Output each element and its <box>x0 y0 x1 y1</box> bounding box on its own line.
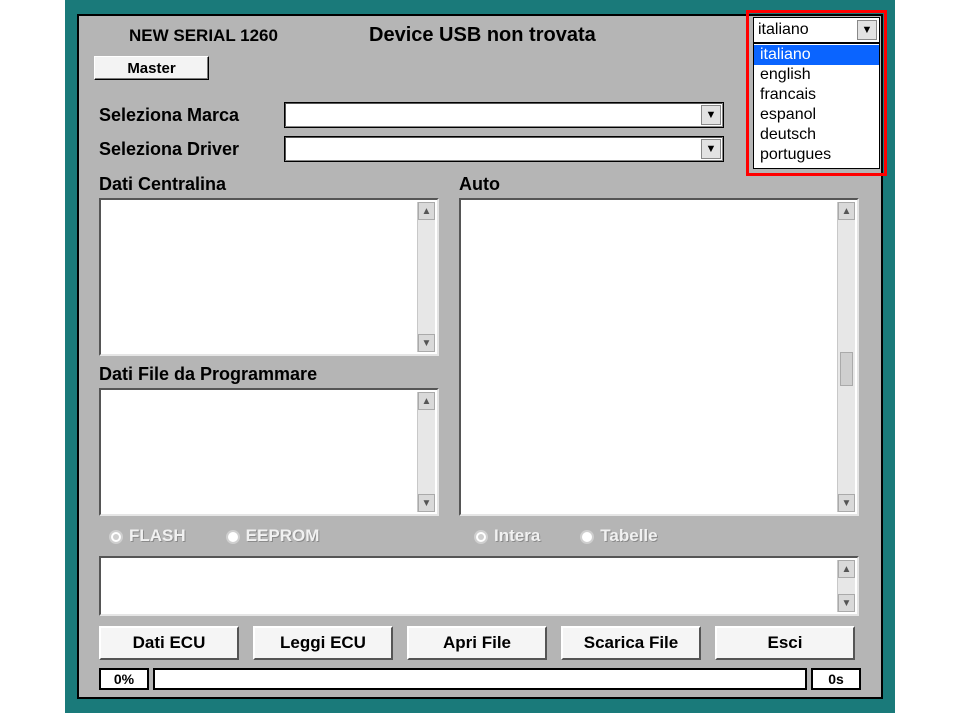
language-select-value: italiano <box>758 21 809 39</box>
progress-row: 0% 0s <box>99 668 861 690</box>
scrollbar[interactable]: ▲ ▼ <box>417 392 435 512</box>
scroll-up-icon[interactable]: ▲ <box>838 202 855 220</box>
radio-group-memory: FLASH EEPROM <box>109 526 319 546</box>
textarea-auto[interactable]: ▲ ▼ <box>459 198 859 516</box>
label-driver: Seleziona Driver <box>99 139 284 160</box>
textarea-file-programmare[interactable]: ▲ ▼ <box>99 388 439 516</box>
textarea-log[interactable]: ▲ ▼ <box>99 556 859 616</box>
scroll-down-icon[interactable]: ▼ <box>838 594 855 612</box>
progress-time: 0s <box>811 668 861 690</box>
language-option-espanol[interactable]: espanol <box>754 105 879 125</box>
radio-group-mode: Intera Tabelle <box>474 526 658 546</box>
progress-percent: 0% <box>99 668 149 690</box>
radio-tabelle[interactable]: Tabelle <box>580 526 657 546</box>
textarea-centralina[interactable]: ▲ ▼ <box>99 198 439 356</box>
scroll-down-icon[interactable]: ▼ <box>418 494 435 512</box>
apri-file-button[interactable]: Apri File <box>407 626 547 660</box>
scarica-file-button[interactable]: Scarica File <box>561 626 701 660</box>
scroll-down-icon[interactable]: ▼ <box>418 334 435 352</box>
action-button-row: Dati ECU Leggi ECU Apri File Scarica Fil… <box>99 626 855 660</box>
row-marca: Seleziona Marca ▼ <box>99 102 724 128</box>
language-option-portugues[interactable]: portugues <box>754 145 879 165</box>
scroll-thumb[interactable] <box>840 352 853 386</box>
language-option-francais[interactable]: francais <box>754 85 879 105</box>
app-panel: NEW SERIAL 1260 Device USB non trovata M… <box>77 14 883 699</box>
chevron-down-icon[interactable]: ▼ <box>701 105 721 125</box>
progress-bar <box>153 668 807 690</box>
app-outer-frame: NEW SERIAL 1260 Device USB non trovata M… <box>65 0 895 713</box>
language-option-deutsch[interactable]: deutsch <box>754 125 879 145</box>
label-dati-file-programmare: Dati File da Programmare <box>99 364 317 385</box>
select-marca[interactable]: ▼ <box>284 102 724 128</box>
scroll-down-icon[interactable]: ▼ <box>838 494 855 512</box>
radio-intera[interactable]: Intera <box>474 526 540 546</box>
serial-title: NEW SERIAL 1260 <box>129 26 278 46</box>
usb-status: Device USB non trovata <box>369 24 596 47</box>
master-button[interactable]: Master <box>94 56 209 80</box>
label-dati-centralina: Dati Centralina <box>99 174 226 195</box>
language-option-english[interactable]: english <box>754 65 879 85</box>
language-select[interactable]: italiano ▼ <box>753 17 880 43</box>
radio-eeprom[interactable]: EEPROM <box>226 526 320 546</box>
language-option-list: italiano english francais espanol deutsc… <box>753 43 880 169</box>
scroll-up-icon[interactable]: ▲ <box>418 392 435 410</box>
chevron-down-icon[interactable]: ▼ <box>857 20 877 40</box>
chevron-down-icon[interactable]: ▼ <box>701 139 721 159</box>
label-marca: Seleziona Marca <box>99 105 284 126</box>
language-option-italiano[interactable]: italiano <box>754 45 879 65</box>
scroll-up-icon[interactable]: ▲ <box>838 560 855 578</box>
label-auto: Auto <box>459 174 500 195</box>
scrollbar[interactable]: ▲ ▼ <box>837 202 855 512</box>
scrollbar[interactable]: ▲ ▼ <box>417 202 435 352</box>
esci-button[interactable]: Esci <box>715 626 855 660</box>
leggi-ecu-button[interactable]: Leggi ECU <box>253 626 393 660</box>
dati-ecu-button[interactable]: Dati ECU <box>99 626 239 660</box>
scrollbar[interactable]: ▲ ▼ <box>837 560 855 612</box>
select-driver[interactable]: ▼ <box>284 136 724 162</box>
language-dropdown-highlight: italiano ▼ italiano english francais esp… <box>746 10 887 176</box>
row-driver: Seleziona Driver ▼ <box>99 136 724 162</box>
radio-flash[interactable]: FLASH <box>109 526 186 546</box>
scroll-up-icon[interactable]: ▲ <box>418 202 435 220</box>
